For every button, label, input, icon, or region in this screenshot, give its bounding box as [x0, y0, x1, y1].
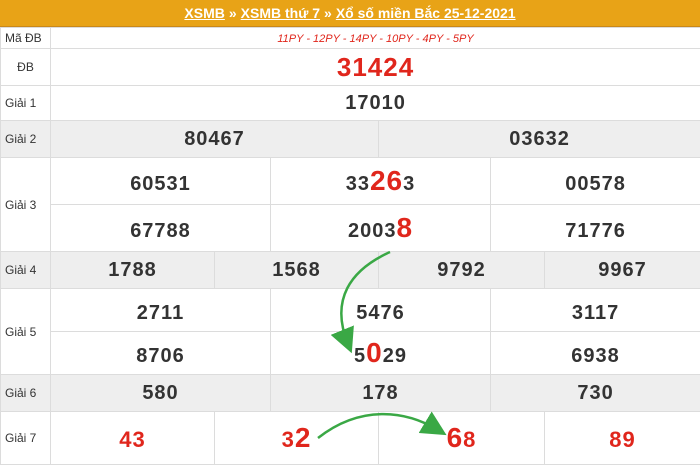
- prize-4-number: 9792: [437, 258, 486, 281]
- prize-7-number: 68: [446, 422, 477, 453]
- special-codes: 11PY - 12PY - 14PY - 10PY - 4PY - 5PY: [277, 33, 474, 45]
- special-prize-cell: 31424: [49, 48, 700, 86]
- row-special-codes: Mã ĐB 11PY - 12PY - 14PY - 10PY - 4PY - …: [0, 27, 700, 49]
- prize-2-cell: 03632: [377, 120, 700, 158]
- prize-5-number: 5029: [354, 337, 407, 368]
- prize-6-number: 730: [577, 381, 614, 404]
- prize-7-cell: 43: [50, 411, 215, 465]
- row-prize-3a: Giải 3 60531 33263 00578: [0, 157, 700, 252]
- prize-7-cell: 32: [214, 411, 379, 465]
- prize-5-cell: 8706: [50, 331, 271, 375]
- highlight-digits: 0: [366, 337, 383, 368]
- breadcrumb-separator: »: [324, 5, 332, 21]
- prize-2-number: 03632: [509, 127, 570, 150]
- prize-2-number: 80467: [184, 127, 245, 150]
- prize-3-cell: 00578: [489, 157, 700, 205]
- prize-5-number: 3117: [571, 302, 620, 324]
- prize-6-cell: 730: [489, 374, 700, 412]
- prize-7-number: 32: [281, 422, 312, 453]
- highlight-digits: 8: [396, 212, 414, 243]
- lottery-results-table: Mã ĐB 11PY - 12PY - 14PY - 10PY - 4PY - …: [0, 27, 700, 465]
- prize-5-number: 5476: [356, 302, 405, 324]
- prize-3-cell: 60531: [50, 157, 271, 205]
- row-prize-1: Giải 1 17010: [0, 85, 700, 121]
- prize-7-cell: 89: [543, 411, 700, 465]
- prize-4-cell: 1568: [214, 251, 379, 289]
- row-prize-6: Giải 6 580 178 730: [0, 374, 700, 412]
- prize-1-cell: 17010: [49, 85, 700, 121]
- label-db: ĐB: [0, 48, 51, 86]
- prize-3-cell: 67788: [50, 204, 271, 252]
- prize-7-cell: 68: [378, 411, 545, 465]
- prize-5-cell: 5029: [270, 331, 491, 375]
- prize-5-number: 6938: [571, 345, 620, 367]
- prize-3-cell: 20038: [270, 204, 491, 252]
- results-page: XSMB» XSMB thứ 7» Xổ số miền Bắc 25-12-202…: [0, 0, 700, 475]
- highlight-digits: 26: [369, 165, 404, 196]
- prize-1-number: 17010: [345, 91, 406, 114]
- prize-3-cell: 33263: [270, 157, 491, 205]
- prize-5-cell: 6938: [489, 331, 700, 375]
- prize-5-number: 8706: [136, 345, 185, 367]
- prize-3-number: 60531: [130, 173, 191, 195]
- prize-6-cell: 178: [270, 374, 491, 412]
- breadcrumb-bar: XSMB» XSMB thứ 7» Xổ số miền Bắc 25-12-202…: [0, 0, 700, 27]
- prize-3-number: 20038: [347, 212, 414, 243]
- prize-4-cell: 1788: [50, 251, 215, 289]
- prize-2-cell: 80467: [50, 120, 379, 158]
- label-g3: Giải 3: [0, 157, 51, 252]
- label-g5: Giải 5: [0, 288, 51, 375]
- special-codes-cell: 11PY - 12PY - 14PY - 10PY - 4PY - 5PY: [49, 27, 700, 49]
- prize-5-cell: 2711: [50, 288, 271, 332]
- prize-6-cell: 580: [50, 374, 271, 412]
- prize-6-number: 580: [142, 381, 179, 404]
- prize-5-number: 2711: [136, 302, 185, 324]
- highlight-digits: 6: [446, 422, 464, 453]
- row-prize-4: Giải 4 1788 1568 9792 9967: [0, 251, 700, 289]
- special-prize-number: 31424: [336, 51, 415, 82]
- prize-5-cell: 3117: [489, 288, 700, 332]
- prize-3-number: 71776: [565, 220, 626, 242]
- prize-3-number: 33263: [345, 165, 416, 196]
- highlight-digits: 2: [294, 422, 312, 453]
- prize-6-number: 178: [362, 381, 399, 404]
- prize-4-number: 9967: [598, 258, 647, 281]
- prize-3-cell: 71776: [489, 204, 700, 252]
- label-g2: Giải 2: [0, 120, 51, 158]
- prize-7-number: 43: [119, 427, 146, 452]
- breadcrumb-link-xsmb[interactable]: XSMB: [184, 5, 224, 21]
- breadcrumb-link-xsmb-thu7[interactable]: XSMB thứ 7: [241, 5, 320, 21]
- row-prize-5b: 8706 5029 6938: [1, 331, 700, 375]
- row-prize-3b: 67788 20038 71776: [1, 204, 700, 252]
- label-g4: Giải 4: [0, 251, 51, 289]
- breadcrumb: XSMB» XSMB thứ 7» Xổ số miền Bắc 25-12-202…: [0, 0, 700, 26]
- label-g6: Giải 6: [0, 374, 51, 412]
- prize-3-number: 00578: [565, 173, 626, 195]
- label-g7: Giải 7: [0, 411, 51, 465]
- prize-4-cell: 9967: [543, 251, 700, 289]
- breadcrumb-link-current-date[interactable]: Xổ số miền Bắc 25-12-2021: [336, 5, 516, 21]
- row-prize-2: Giải 2 80467 03632: [0, 120, 700, 158]
- breadcrumb-separator: »: [228, 5, 237, 21]
- prize-4-number: 1788: [108, 258, 157, 281]
- label-g1: Giải 1: [0, 85, 51, 121]
- row-special-prize: ĐB 31424: [0, 48, 700, 86]
- prize-5-cell: 5476: [270, 288, 491, 332]
- prize-4-cell: 9792: [378, 251, 545, 289]
- prize-7-number: 89: [609, 427, 636, 452]
- label-ma-db: Mã ĐB: [0, 27, 51, 49]
- row-prize-5a: Giải 5 2711 5476 3117: [0, 288, 700, 375]
- prize-4-number: 1568: [272, 258, 321, 281]
- row-prize-7: Giải 7 43 32 68 89: [0, 411, 700, 465]
- prize-3-number: 67788: [130, 220, 191, 242]
